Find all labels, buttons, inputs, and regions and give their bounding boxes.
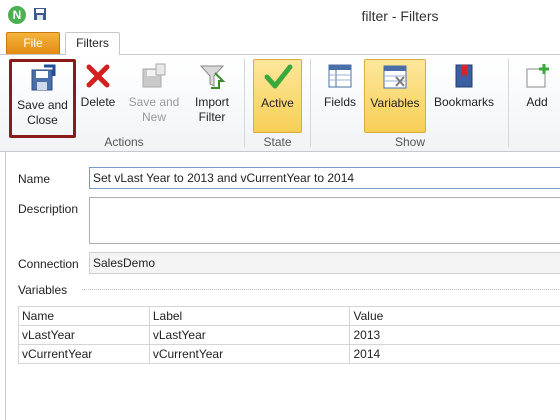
table-header-row: Name Label Value — [18, 306, 560, 326]
tab-file[interactable]: File — [6, 32, 60, 54]
bookmarks-button[interactable]: Bookmarks — [432, 59, 496, 129]
cell-value[interactable]: 2014 — [349, 344, 560, 364]
ribbon-separator — [244, 59, 245, 147]
name-label: Name — [18, 172, 51, 186]
cell-name[interactable]: vCurrentYear — [18, 344, 150, 364]
import-filter-label: Import Filter — [194, 95, 229, 124]
group-label-state: State — [263, 135, 292, 149]
variables-table: Name Label Value vLastYear vLastYear 201… — [18, 306, 560, 364]
add-icon — [526, 64, 549, 88]
ribbon-separator — [310, 59, 311, 147]
funnel-import-icon — [199, 65, 226, 89]
save-close-icon — [31, 64, 55, 91]
fields-button[interactable]: Fields — [320, 59, 360, 129]
table-row[interactable]: vCurrentYear vCurrentYear 2014 — [18, 344, 560, 364]
variables-section-label: Variables — [18, 283, 68, 297]
ribbon-separator — [508, 59, 509, 147]
section-divider — [82, 289, 560, 290]
delete-button[interactable]: Delete — [78, 59, 118, 129]
add-label: Add — [526, 95, 548, 109]
active-toggle[interactable]: Active — [253, 59, 302, 133]
import-filter-button[interactable]: Import Filter — [188, 59, 236, 129]
column-header-label[interactable]: Label — [148, 306, 351, 326]
active-label: Active — [261, 96, 294, 110]
fields-label: Fields — [323, 95, 356, 109]
save-and-close-button[interactable]: Save and Close — [9, 59, 76, 138]
connection-value: SalesDemo — [93, 256, 156, 270]
connection-label: Connection — [18, 257, 79, 271]
tab-filters[interactable]: Filters — [65, 32, 120, 55]
delete-x-icon — [86, 64, 110, 88]
save-and-new-button[interactable]: Save and New — [126, 59, 182, 129]
description-label: Description — [18, 202, 79, 216]
add-button[interactable]: Add — [518, 59, 556, 129]
group-label-actions: Actions — [104, 135, 144, 149]
variables-toggle[interactable]: Variables — [364, 59, 426, 133]
variables-label: Variables — [370, 96, 420, 110]
ribbon-tabs: File Filters — [0, 30, 560, 55]
bookmark-icon — [455, 64, 473, 88]
title-bar: N filter - Filters — [0, 0, 560, 30]
delete-label: Delete — [80, 95, 116, 109]
connection-field: SalesDemo — [89, 252, 560, 274]
cell-label[interactable]: vLastYear — [148, 325, 351, 345]
save-new-icon — [142, 63, 166, 88]
description-input[interactable] — [89, 197, 560, 244]
bookmarks-label: Bookmarks — [433, 95, 495, 109]
name-input[interactable]: Set vLast Year to 2013 and vCurrentYear … — [89, 167, 560, 189]
column-header-name[interactable]: Name — [18, 306, 150, 326]
table-row[interactable]: vLastYear vLastYear 2013 — [18, 325, 560, 345]
group-label-show: Show — [394, 135, 426, 149]
checkmark-icon — [264, 64, 292, 89]
window-title: filter - Filters — [361, 8, 439, 24]
save-and-new-label: Save and New — [128, 95, 180, 124]
save-and-close-label: Save and Close — [17, 98, 68, 127]
name-input-value: Set vLast Year to 2013 and vCurrentYear … — [93, 171, 355, 185]
cell-label[interactable]: vCurrentYear — [148, 344, 351, 364]
table-fields-icon — [328, 64, 352, 88]
variables-table-icon — [383, 65, 407, 89]
cell-name[interactable]: vLastYear — [18, 325, 150, 345]
column-header-value[interactable]: Value — [349, 306, 560, 326]
cell-value[interactable]: 2013 — [349, 325, 560, 345]
filter-form: Name Set vLast Year to 2013 and vCurrent… — [5, 152, 560, 420]
ribbon: Save and Close Delete Save and New Impor… — [0, 54, 560, 152]
